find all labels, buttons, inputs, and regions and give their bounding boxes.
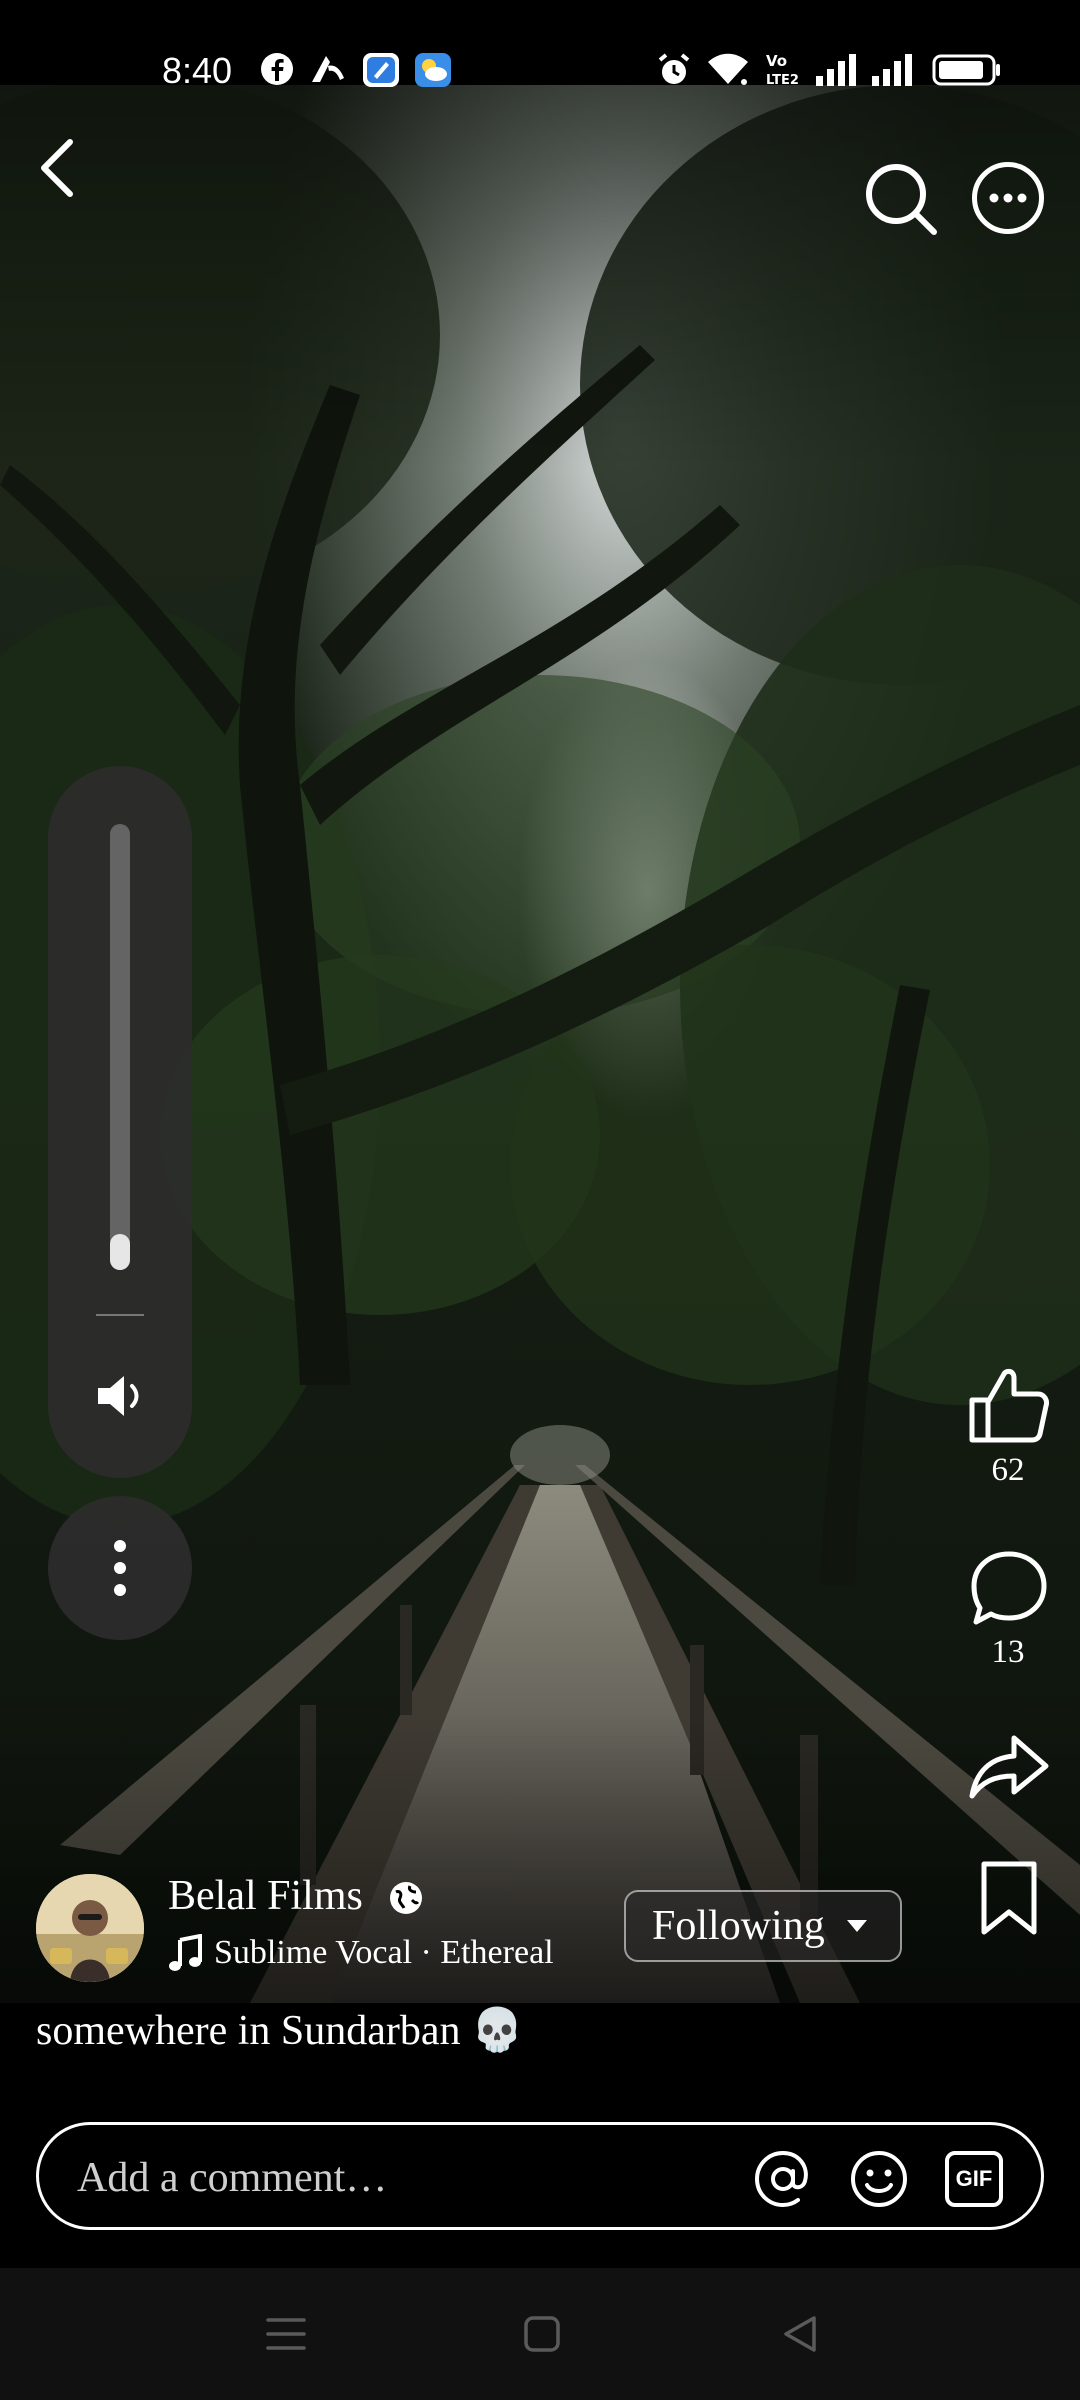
- menu-icon: [266, 2318, 306, 2350]
- search-icon: [866, 164, 937, 235]
- gif-button[interactable]: GIF: [945, 2151, 1003, 2207]
- facebook-icon: [260, 52, 294, 86]
- recent-apps-button[interactable]: [262, 2312, 310, 2356]
- like-count: 62: [991, 1452, 1025, 1488]
- svg-text:LTE2: LTE2: [766, 73, 799, 88]
- comment-icon: [971, 1551, 1047, 1625]
- globe-icon: [388, 1880, 424, 1916]
- wifi-icon: [706, 52, 750, 88]
- comment-button[interactable]: [966, 1546, 1052, 1632]
- profile-photo: [36, 1874, 144, 1982]
- caret-down-icon: [846, 1920, 867, 1932]
- signal-icon: [814, 52, 860, 88]
- divider: [96, 1314, 144, 1316]
- share-button[interactable]: [964, 1726, 1054, 1806]
- more-vertical-icon: [114, 1540, 126, 1596]
- music-note-icon: [168, 1933, 204, 1974]
- audio-track-label[interactable]: Sublime Vocal · Ethereal: [214, 1934, 554, 1972]
- comment-bar: GIF: [36, 2122, 1044, 2230]
- speaker-icon: [98, 1376, 139, 1416]
- mention-button[interactable]: [753, 2149, 813, 2209]
- volte-icon: Vo LTE2: [764, 50, 804, 88]
- system-back-button[interactable]: [778, 2312, 822, 2356]
- following-button[interactable]: Following: [624, 1890, 902, 1962]
- share-icon: [969, 1735, 1049, 1799]
- battery-icon: [932, 54, 1002, 86]
- home-button[interactable]: [520, 2312, 564, 2356]
- avatar[interactable]: [36, 1874, 144, 1982]
- signal-icon: [870, 52, 916, 88]
- chevron-left-icon: [41, 139, 73, 197]
- more-horizontal-icon: [989, 193, 1027, 203]
- home-icon: [524, 2316, 560, 2352]
- emoji-icon: [851, 2151, 907, 2207]
- app-notification-icon: [362, 52, 400, 88]
- weather-icon: [414, 52, 452, 88]
- post-caption: somewhere in Sundarban 💀: [36, 2008, 524, 2054]
- status-time: 8:40: [162, 50, 233, 91]
- alarm-icon: [656, 52, 692, 88]
- network-operator-icon: [308, 52, 348, 86]
- more-options-button[interactable]: [972, 162, 1044, 234]
- search-button[interactable]: [862, 160, 940, 238]
- bookmark-icon: [981, 1861, 1037, 1935]
- volume-level: [110, 1234, 130, 1270]
- thumbs-up-icon: [969, 1368, 1049, 1443]
- volume-slider[interactable]: [110, 824, 130, 1270]
- emoji-button[interactable]: [849, 2149, 909, 2209]
- save-button[interactable]: [974, 1858, 1044, 1938]
- at-icon: [754, 2150, 808, 2208]
- back-icon: [784, 2316, 816, 2352]
- like-button[interactable]: [964, 1360, 1054, 1450]
- back-button[interactable]: [30, 130, 90, 210]
- comment-count: 13: [991, 1634, 1025, 1670]
- volume-more-button[interactable]: [48, 1496, 192, 1640]
- mute-button[interactable]: [90, 1366, 150, 1426]
- comment-input[interactable]: [75, 2147, 739, 2209]
- following-label: Following: [652, 1903, 825, 1949]
- author-name[interactable]: Belal Films: [168, 1872, 363, 1920]
- svg-text:Vo: Vo: [766, 52, 787, 70]
- gif-label: GIF: [955, 2166, 993, 2191]
